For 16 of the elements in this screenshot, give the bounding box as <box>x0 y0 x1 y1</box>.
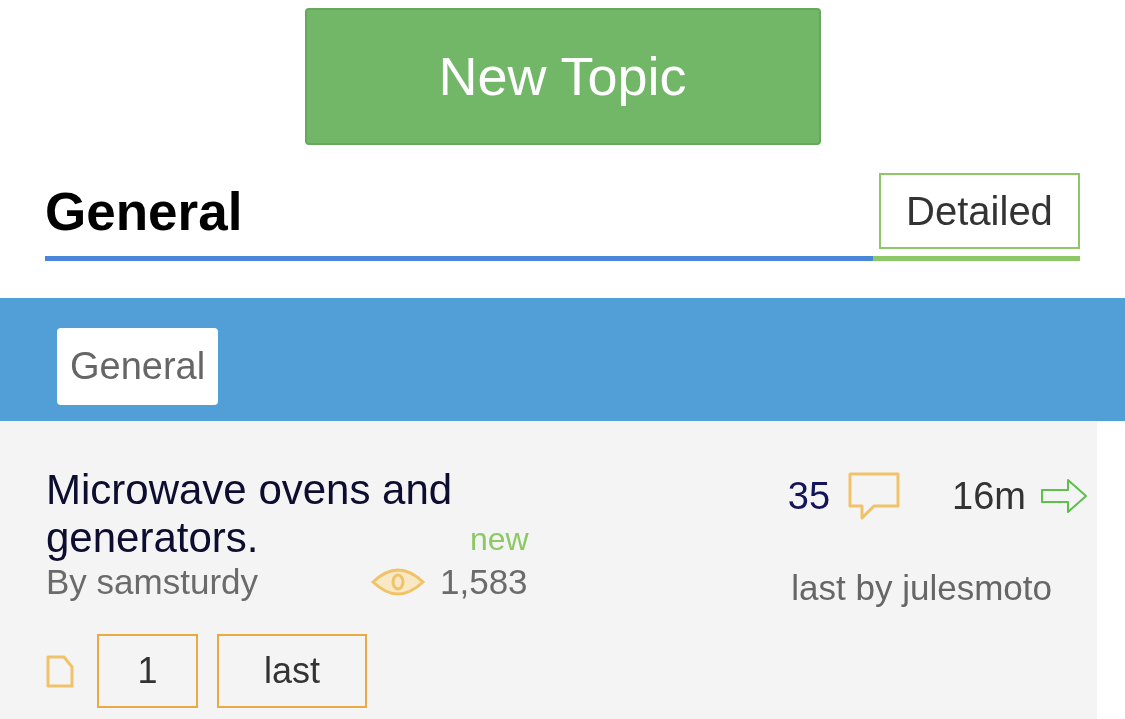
page-icon <box>46 654 74 688</box>
section-title: General <box>45 184 243 238</box>
page-link[interactable]: last <box>217 634 367 708</box>
page-link[interactable]: 1 <box>97 634 198 708</box>
new-label: new <box>470 520 529 559</box>
author-text: By samsturdy <box>46 561 259 603</box>
last-post-time: 16m <box>952 473 1026 519</box>
view-toggle-button[interactable]: Detailed <box>879 173 1080 249</box>
category-tab[interactable]: General <box>57 328 219 405</box>
topic-title-link[interactable]: Microwave ovens and generators. <box>46 466 456 562</box>
last-poster-text: last by julesmoto <box>791 567 1052 609</box>
view-count: 1,583 <box>440 560 528 603</box>
arrow-right-icon[interactable] <box>1040 478 1088 514</box>
reply-count: 35 <box>787 473 831 519</box>
speech-bubble-icon <box>848 472 901 520</box>
eye-icon <box>370 567 426 597</box>
